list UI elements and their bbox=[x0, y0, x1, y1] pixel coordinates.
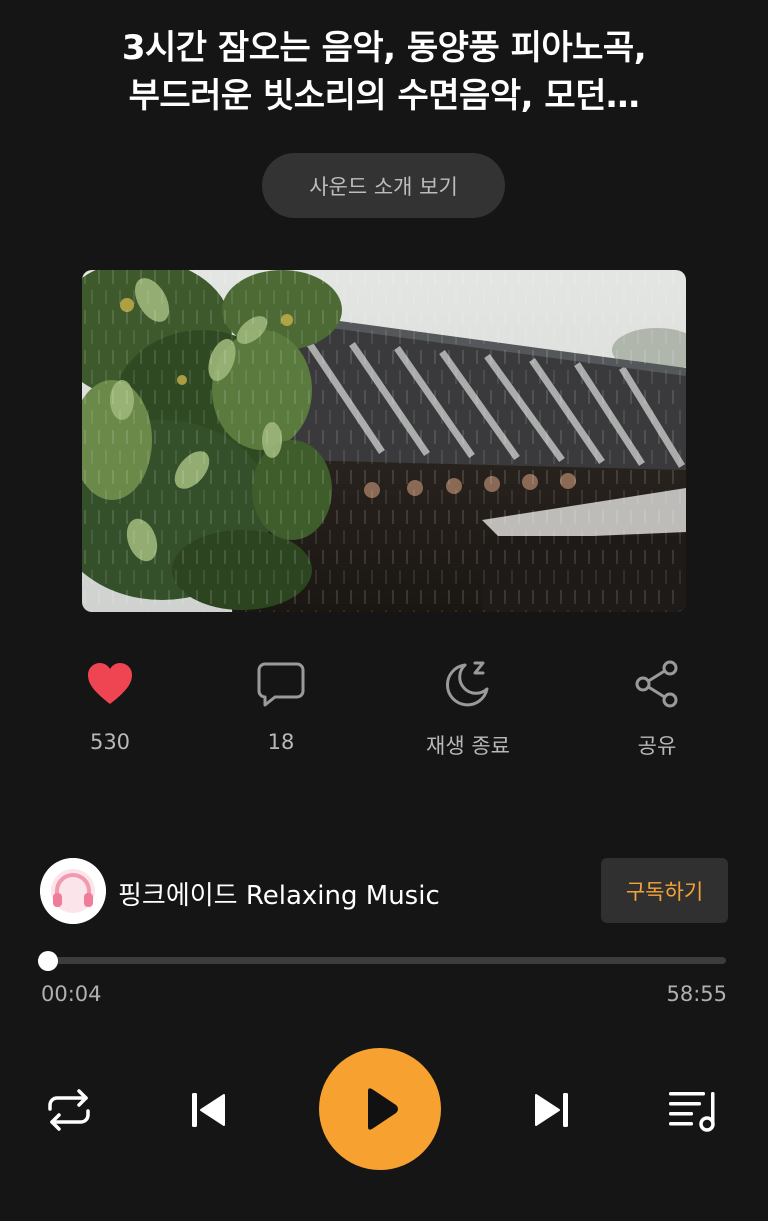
headphones-logo-icon bbox=[40, 858, 106, 924]
comment-icon bbox=[201, 655, 361, 713]
track-artwork bbox=[82, 270, 686, 612]
heart-icon bbox=[30, 655, 190, 713]
comment-button[interactable]: 18 bbox=[201, 655, 361, 754]
channel-name[interactable]: 핑크에이드 Relaxing Music bbox=[118, 875, 440, 912]
skip-next-icon bbox=[535, 1093, 568, 1127]
progress-track[interactable] bbox=[40, 957, 726, 964]
channel-avatar[interactable] bbox=[40, 858, 106, 924]
previous-button[interactable] bbox=[180, 1085, 236, 1135]
share-button[interactable]: 공유 bbox=[577, 655, 737, 760]
track-title-line-1: 3시간 잠오는 음악, 동양풍 피아노곡, bbox=[121, 28, 647, 68]
total-time: 58:55 bbox=[666, 982, 727, 1006]
elapsed-time: 00:04 bbox=[41, 982, 102, 1006]
rain-hanok-artwork bbox=[82, 270, 686, 612]
skip-previous-icon bbox=[192, 1093, 225, 1127]
playback-controls bbox=[0, 1048, 768, 1172]
track-title: 3시간 잠오는 음악, 동양풍 피아노곡, 부드러운 빗소리의 수면음악, 모던… bbox=[40, 24, 728, 120]
track-title-line-2: 부드러운 빗소리의 수면음악, 모던… bbox=[128, 76, 640, 116]
progress-thumb[interactable] bbox=[37, 951, 58, 971]
share-label: 공유 bbox=[637, 734, 677, 758]
action-bar: 530 18 재생 종료 공유 bbox=[0, 655, 768, 765]
sleep-timer-button[interactable]: 재생 종료 bbox=[388, 655, 548, 760]
playlist-button[interactable] bbox=[664, 1085, 724, 1135]
channel-row: 핑크에이드 Relaxing Music 구독하기 bbox=[40, 858, 728, 924]
progress-bar[interactable] bbox=[37, 949, 726, 973]
moon-z-icon bbox=[388, 655, 548, 713]
like-button[interactable]: 530 bbox=[30, 655, 190, 754]
share-icon bbox=[577, 655, 737, 713]
play-icon bbox=[368, 1088, 398, 1130]
sound-intro-button[interactable]: 사운드 소개 보기 bbox=[262, 153, 505, 218]
comment-count: 18 bbox=[267, 730, 295, 754]
like-count: 530 bbox=[89, 730, 131, 754]
play-button[interactable] bbox=[319, 1048, 441, 1170]
playlist-icon bbox=[669, 1092, 715, 1132]
subscribe-button[interactable]: 구독하기 bbox=[601, 858, 728, 923]
sleep-timer-label: 재생 종료 bbox=[426, 734, 510, 758]
repeat-icon bbox=[48, 1089, 90, 1131]
next-button[interactable] bbox=[524, 1085, 580, 1135]
repeat-button[interactable] bbox=[38, 1085, 100, 1135]
